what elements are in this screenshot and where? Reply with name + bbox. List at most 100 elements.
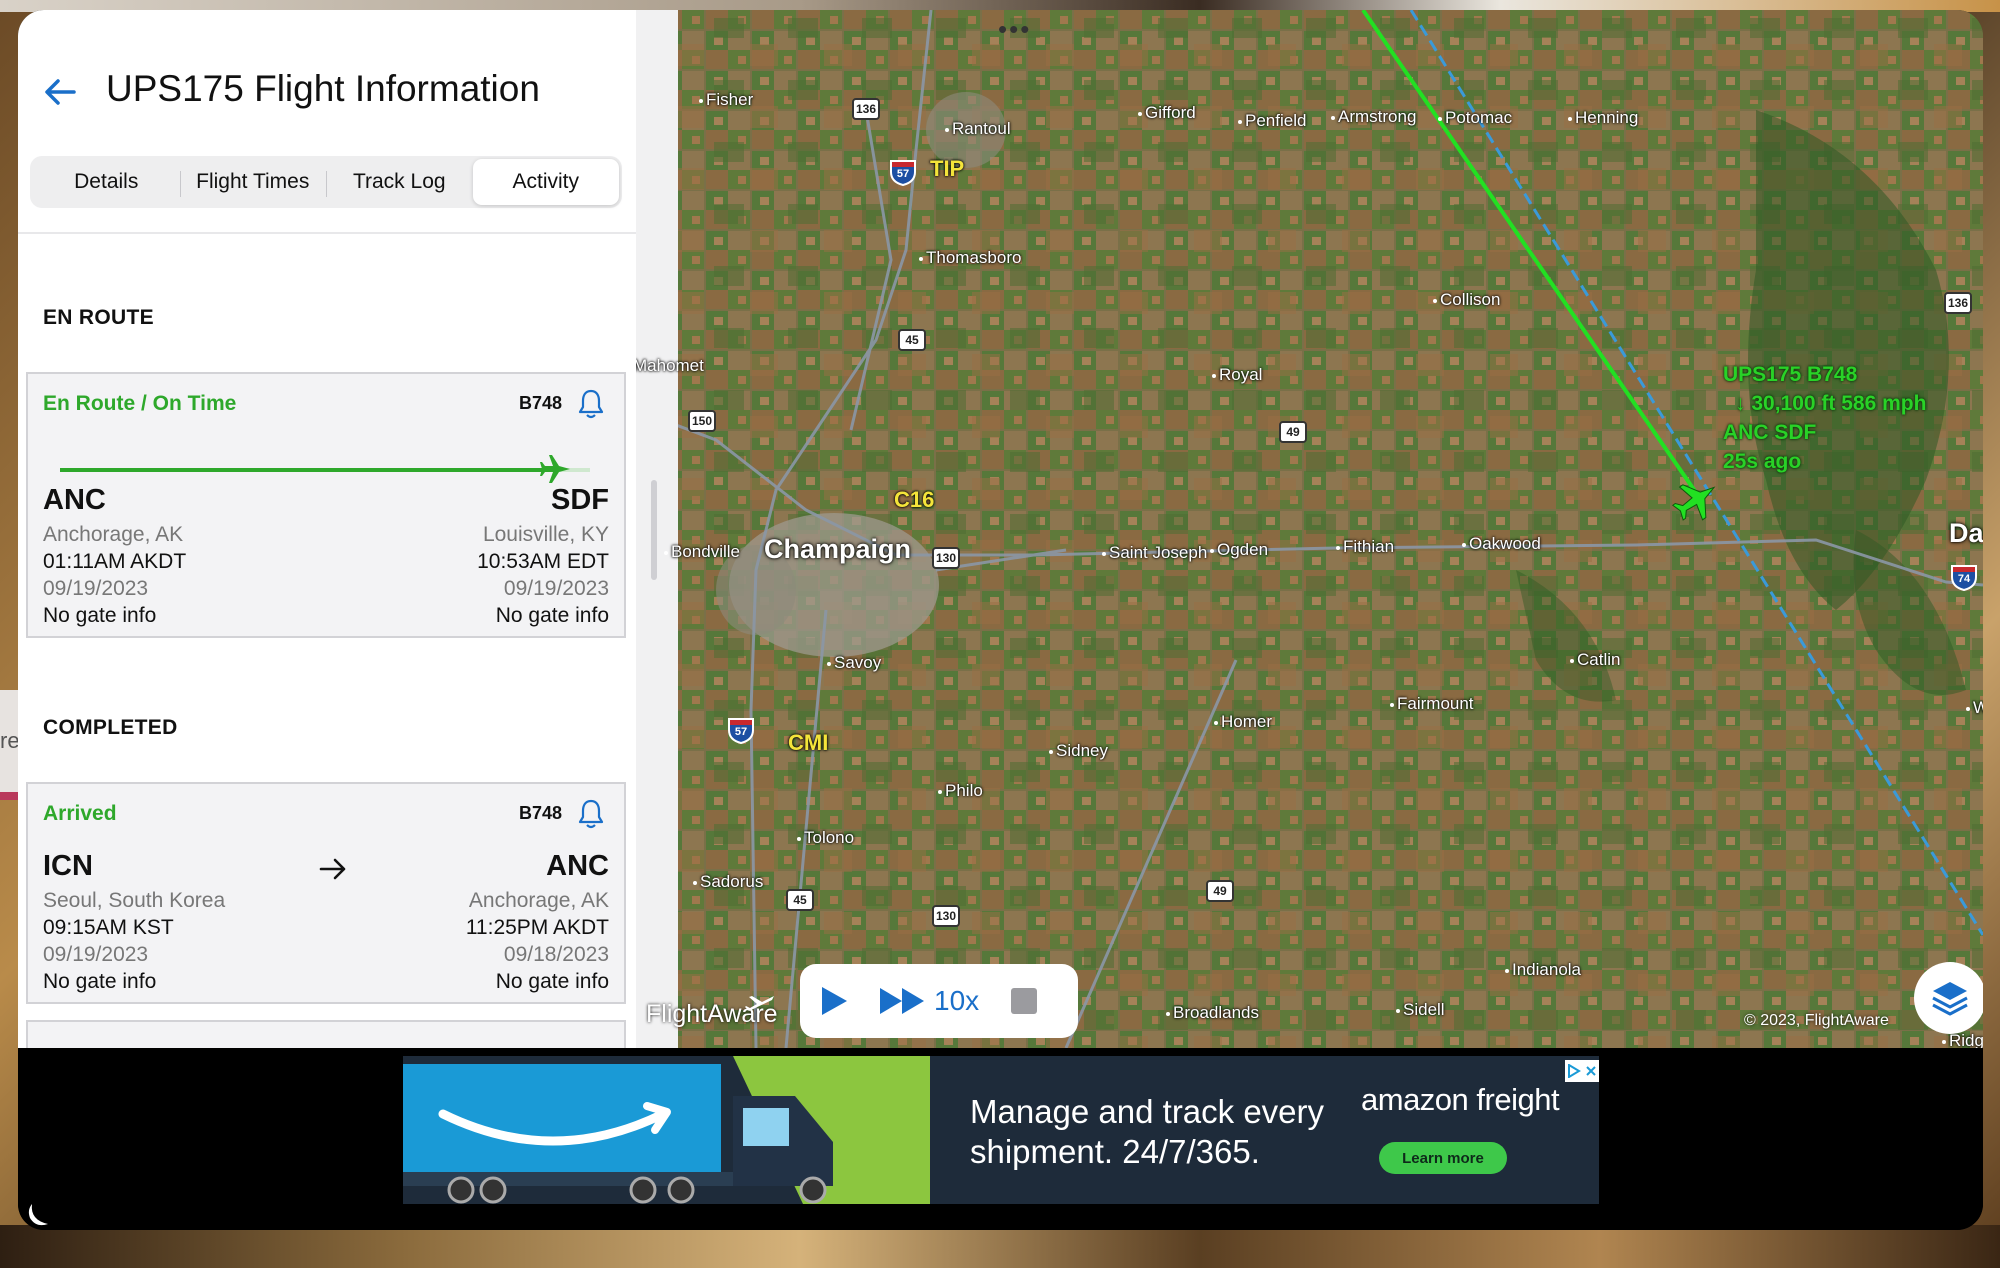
highway-shield: 136: [1944, 292, 1972, 314]
tab-bar: Details Flight Times Track Log Activity: [30, 156, 622, 208]
ad-headline-line1: Manage and track every: [970, 1093, 1325, 1130]
highway-shield: 150: [688, 410, 716, 432]
map-layers-button[interactable]: [1914, 962, 1983, 1034]
destination-details: Anchorage, AK 11:25PM AKDT 09/18/2023 No…: [466, 887, 609, 995]
ad-banner-area: Manage and track every shipment. 24/7/36…: [18, 1048, 1983, 1230]
section-en-route: EN ROUTE: [43, 306, 154, 329]
map-label-tolono: Tolono: [797, 828, 854, 848]
highway-shield: 130: [932, 905, 960, 927]
playback-controls: 10x: [800, 964, 1078, 1038]
satellite-imagery: [636, 10, 1983, 1048]
truck-illustration-icon: [403, 1056, 930, 1204]
bell-icon[interactable]: [576, 798, 606, 830]
fast-forward-icon[interactable]: [878, 984, 928, 1018]
airport-label-tip[interactable]: TIP: [930, 156, 964, 182]
flight-card-en-route[interactable]: En Route / On Time B748 ANC SDF Anchorag…: [26, 372, 626, 638]
map-label-champaign: Champaign: [764, 534, 912, 564]
interstate-shield: 74: [1950, 563, 1978, 592]
origin-city: Seoul, South Korea: [43, 889, 226, 912]
ad-close-icon[interactable]: [1585, 1065, 1597, 1077]
section-completed: COMPLETED: [43, 716, 178, 739]
highway-shield: 45: [786, 889, 814, 911]
header-divider: [18, 232, 636, 234]
aircraft-label-age: 25s ago: [1723, 450, 1802, 473]
highway-shield: 49: [1206, 880, 1234, 902]
map-label-fithian: Fithian: [1336, 537, 1394, 557]
map-label-henning: Henning: [1568, 108, 1638, 128]
destination-time: 11:25PM AKDT: [465, 916, 609, 939]
layers-icon: [1932, 982, 1968, 1016]
more-options-icon[interactable]: •••: [998, 16, 1031, 42]
ad-brand-logo: amazon freight: [1361, 1082, 1560, 1118]
origin-city: Anchorage, AK: [43, 523, 184, 546]
app-window: UPS175 Flight Information Details Flight…: [18, 10, 1983, 1230]
flight-card-partial[interactable]: [26, 1020, 626, 1048]
page-title: UPS175 Flight Information: [106, 68, 540, 109]
origin-time: 09:15AM KST: [43, 916, 174, 939]
destination-gate: No gate info: [495, 970, 609, 993]
map-label-thomasboro: Thomasboro: [919, 248, 1021, 268]
play-icon[interactable]: [818, 984, 850, 1018]
map-label-gifford: Gifford: [1138, 103, 1196, 123]
map-label-homer: Homer: [1214, 712, 1272, 732]
airplane-icon: [540, 455, 570, 483]
aircraft-label-route: ANC SDF: [1723, 421, 1817, 444]
interstate-number: 74: [1957, 573, 1971, 585]
map-label-sidell: Sidell: [1396, 1000, 1445, 1020]
aircraft-label-altitude-speed: ↓ 30,100 ft 586 mph: [1735, 392, 1927, 415]
tab-details-label: Details: [74, 170, 139, 193]
resize-handle-bar: [651, 480, 657, 580]
stop-icon[interactable]: [1009, 986, 1039, 1016]
flight-progress-bar: [60, 455, 590, 483]
ad-learn-more-button[interactable]: Learn more: [1379, 1142, 1507, 1174]
flight-card-arrived[interactable]: Arrived B748 ICN ANC Seoul, South Korea …: [26, 782, 626, 1004]
destination-city: Anchorage, AK: [468, 889, 609, 912]
back-arrow-icon[interactable]: [40, 72, 80, 112]
ad-choices-icon[interactable]: [1567, 1064, 1581, 1078]
playback-speed[interactable]: 10x: [934, 985, 979, 1017]
destination-details: Louisville, KY 10:53AM EDT 09/19/2023 No…: [477, 521, 609, 629]
airport-label-c16[interactable]: C16: [894, 487, 934, 513]
origin-details: Seoul, South Korea 09:15AM KST 09/19/202…: [43, 887, 225, 995]
bell-icon[interactable]: [576, 388, 606, 420]
tab-track-log[interactable]: Track Log: [326, 159, 473, 205]
map-label-penfield: Penfield: [1238, 111, 1306, 131]
tab-flight-times[interactable]: Flight Times: [179, 159, 327, 205]
map-label-rantoul: Rantoul: [945, 119, 1011, 139]
tab-activity[interactable]: Activity: [472, 159, 619, 205]
map-label-sidney: Sidney: [1049, 741, 1108, 761]
tab-flight-times-label: Flight Times: [196, 170, 310, 193]
panel-resize-handle[interactable]: [636, 10, 678, 1048]
highway-shield: 130: [932, 547, 960, 569]
map-label-fairmount: Fairmount: [1390, 694, 1474, 714]
flight-status: Arrived: [43, 802, 117, 825]
highway-shield: 49: [1279, 421, 1307, 443]
origin-time: 01:11AM AKDT: [43, 550, 187, 573]
tab-details[interactable]: Details: [33, 159, 180, 205]
map-label-collison: Collison: [1433, 290, 1500, 310]
destination-city: Louisville, KY: [482, 523, 609, 546]
flight-map[interactable]: ••• Fisher Rantoul Gifford Penfield Arms…: [636, 10, 1983, 1048]
desktop-background-bottom: [0, 1225, 2000, 1268]
destination-date: 09/19/2023: [503, 577, 609, 600]
airport-label-cmi[interactable]: CMI: [788, 730, 828, 756]
aircraft-data-label[interactable]: UPS175 B748 ↓ 30,100 ft 586 mph ANC SDF …: [1723, 360, 1926, 476]
origin-gate: No gate info: [43, 970, 157, 993]
amazon-freight-ad[interactable]: Manage and track every shipment. 24/7/36…: [403, 1056, 1599, 1204]
ad-choices-controls[interactable]: [1565, 1060, 1599, 1082]
aircraft-type: B748: [518, 393, 562, 413]
background-window-edge: re: [0, 690, 20, 800]
destination-code: ANC: [546, 850, 609, 882]
map-label-bondville: Bondville: [664, 542, 740, 562]
flight-status: En Route / On Time: [43, 392, 237, 415]
tab-track-log-label: Track Log: [352, 170, 446, 193]
interstate-shield: 57: [889, 158, 917, 187]
ad-headline-line2: shipment. 24/7/365.: [970, 1133, 1260, 1170]
map-label-savoy: Savoy: [827, 653, 881, 673]
origin-gate: No gate info: [43, 604, 157, 627]
highway-shield: 45: [898, 329, 926, 351]
tab-activity-label: Activity: [512, 170, 579, 193]
interstate-number: 57: [734, 726, 748, 738]
map-label-sadorus: Sadorus: [693, 872, 763, 892]
progress-fill: [60, 468, 553, 472]
